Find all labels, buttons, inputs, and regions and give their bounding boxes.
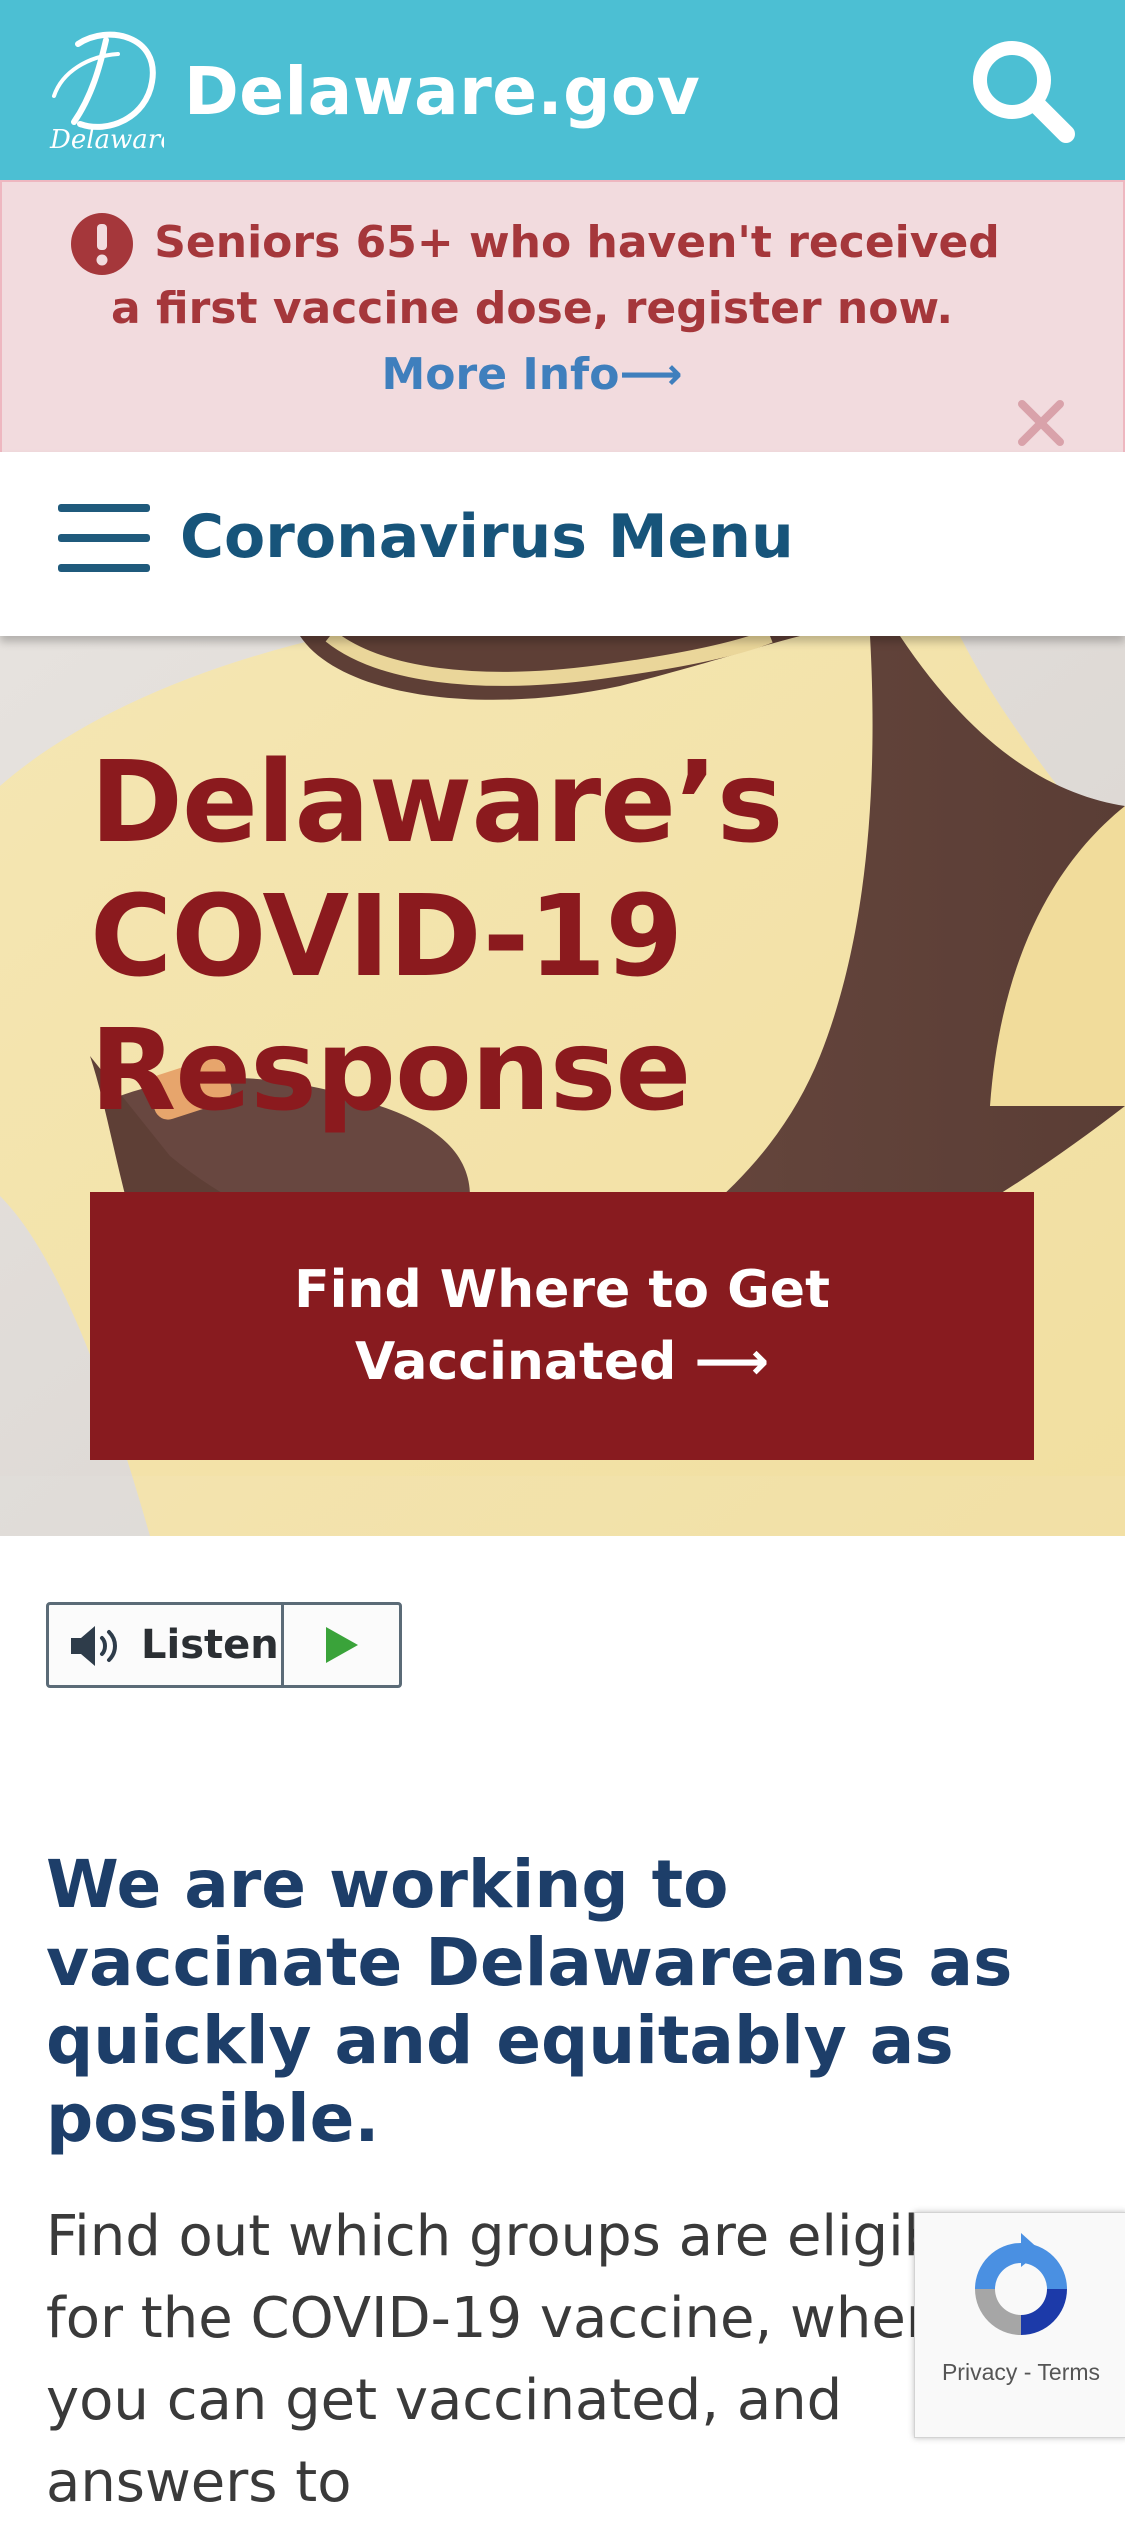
section-heading: We are working to vaccinate Delawareans … bbox=[46, 1846, 1013, 2157]
search-icon[interactable] bbox=[962, 30, 1082, 150]
play-button[interactable] bbox=[284, 1605, 399, 1685]
separator: - bbox=[1023, 2359, 1032, 2385]
coronavirus-menu-bar: Coronavirus Menu bbox=[0, 452, 1125, 636]
recaptcha-links: Privacy - Terms bbox=[915, 2359, 1125, 2386]
coronavirus-menu-label[interactable]: Coronavirus Menu bbox=[180, 492, 794, 582]
recaptcha-badge[interactable]: Privacy - Terms bbox=[914, 2212, 1125, 2438]
delaware-logo[interactable]: Delaware bbox=[48, 26, 176, 155]
recaptcha-icon bbox=[965, 2233, 1077, 2345]
site-header: Delaware Delaware.gov bbox=[0, 0, 1125, 180]
listen-widget: Listen bbox=[46, 1602, 402, 1688]
listen-button[interactable]: Listen bbox=[49, 1605, 281, 1685]
hero-title-line: Response bbox=[90, 1006, 691, 1136]
privacy-link[interactable]: Privacy bbox=[942, 2359, 1017, 2385]
hero-title-line: Delaware’s bbox=[90, 738, 783, 868]
arrow-right-icon: ⟶ bbox=[694, 1332, 770, 1392]
close-icon[interactable] bbox=[1014, 396, 1068, 450]
arrow-right-icon: ⟶ bbox=[619, 349, 683, 400]
alert-message-text: Seniors 65+ who haven't received a first… bbox=[110, 217, 1000, 334]
hamburger-icon[interactable] bbox=[58, 500, 152, 576]
hero-title-line: COVID-19 bbox=[90, 872, 683, 1002]
more-info-link[interactable]: More Info⟶ bbox=[381, 349, 682, 400]
listen-label: Listen bbox=[141, 1622, 279, 1668]
find-vaccination-button[interactable]: Find Where to Get Vaccinated ⟶ bbox=[90, 1192, 1034, 1460]
terms-link[interactable]: Terms bbox=[1037, 2359, 1100, 2385]
more-info-label: More Info bbox=[381, 349, 620, 400]
speaker-icon bbox=[69, 1623, 127, 1669]
alert-banner: Seniors 65+ who haven't received a first… bbox=[0, 180, 1125, 454]
hero-title: Delaware’s COVID-19 Response bbox=[90, 736, 783, 1138]
play-icon bbox=[322, 1625, 362, 1665]
hero-section: Delaware’s COVID-19 Response Find Where … bbox=[0, 636, 1125, 1536]
site-name[interactable]: Delaware.gov bbox=[184, 46, 700, 138]
svg-text:Delaware: Delaware bbox=[49, 125, 164, 152]
alert-message: Seniors 65+ who haven't received a first… bbox=[62, 210, 1002, 408]
